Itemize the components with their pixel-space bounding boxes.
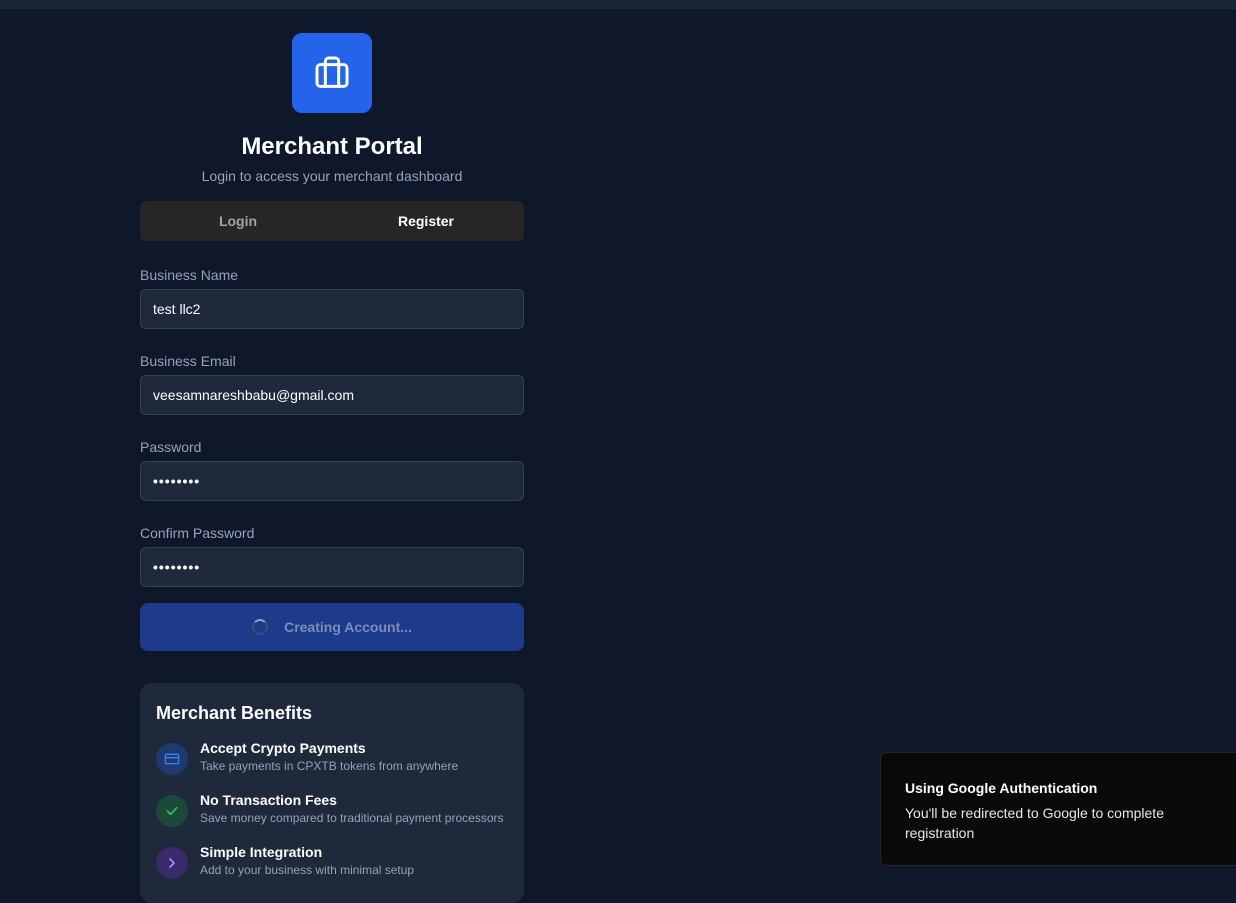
merchant-benefits-card: Merchant Benefits Accept Crypto Payments… (140, 683, 524, 903)
benefit-description: Take payments in CPXTB tokens from anywh… (200, 759, 459, 773)
business-name-label: Business Name (140, 267, 239, 283)
create-account-button[interactable]: Creating Account... (140, 603, 524, 651)
top-bar (0, 0, 1236, 9)
benefit-title: No Transaction Fees (200, 792, 337, 808)
confirm-password-group: Confirm Password •••••••• (140, 525, 524, 587)
business-name-group: Business Name test llc2 (140, 267, 524, 329)
loading-spinner-icon (252, 619, 269, 635)
business-email-label: Business Email (140, 353, 236, 369)
benefit-item: Simple Integration Add to your business … (156, 843, 508, 879)
business-email-input[interactable]: veesamnareshbabu@gmail.com (140, 375, 524, 415)
toast-notification: Using Google Authentication You'll be re… (880, 752, 1236, 866)
toast-title: Using Google Authentication (905, 780, 1098, 796)
benefits-title: Merchant Benefits (156, 703, 313, 723)
confirm-password-label: Confirm Password (140, 525, 255, 541)
page-title: Merchant Portal (241, 133, 423, 160)
benefit-title: Accept Crypto Payments (200, 740, 366, 756)
business-name-input[interactable]: test llc2 (140, 289, 524, 329)
password-group: Password •••••••• (140, 439, 524, 501)
auth-tabs: Login Register (140, 201, 524, 241)
password-label: Password (140, 439, 202, 455)
page-subtitle: Login to access your merchant dashboard (201, 168, 463, 184)
tab-login[interactable]: Login (144, 205, 332, 237)
benefit-description: Add to your business with minimal setup (200, 863, 415, 877)
merchant-portal-panel: Merchant Portal Login to access your mer… (140, 33, 524, 903)
check-icon (156, 795, 188, 827)
benefit-description: Save money compared to traditional payme… (200, 811, 504, 825)
benefit-item: Accept Crypto Payments Take payments in … (156, 739, 508, 775)
confirm-password-input[interactable]: •••••••• (140, 547, 524, 587)
benefit-item: No Transaction Fees Save money compared … (156, 791, 508, 827)
business-email-group: Business Email veesamnareshbabu@gmail.co… (140, 353, 524, 415)
tab-register[interactable]: Register (332, 205, 520, 237)
password-input[interactable]: •••••••• (140, 461, 524, 501)
benefit-title: Simple Integration (200, 844, 323, 860)
briefcase-icon (315, 56, 349, 88)
credit-card-icon (156, 743, 188, 775)
logo (292, 33, 372, 113)
chevron-right-icon (156, 847, 188, 879)
toast-description: You'll be redirected to Google to comple… (905, 805, 1164, 841)
create-account-label: Creating Account... (284, 619, 412, 635)
